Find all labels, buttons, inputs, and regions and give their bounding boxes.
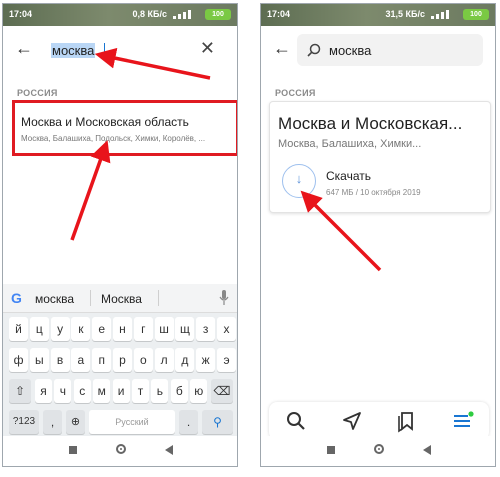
navigate-icon[interactable] xyxy=(339,408,365,434)
google-icon[interactable]: G xyxy=(11,290,22,306)
search-query: москва xyxy=(329,43,372,58)
key[interactable]: в xyxy=(50,348,70,372)
space-key[interactable]: Русский xyxy=(89,410,175,434)
download-icon[interactable]: ↓ xyxy=(282,164,316,198)
key[interactable]: ш xyxy=(154,317,174,341)
key[interactable]: ж xyxy=(196,348,216,372)
battery-icon: 100 xyxy=(463,9,489,20)
download-meta: 647 МБ / 10 октября 2019 xyxy=(326,188,421,197)
comma-key[interactable]: , xyxy=(43,410,62,434)
backspace-icon[interactable]: ⌫ xyxy=(211,379,233,403)
key[interactable]: й xyxy=(9,317,28,341)
phone-screen-search: 17:04 0,8 КБ/с 100 ← москва ✕ РОССИЯ Мос… xyxy=(2,3,238,467)
recents-icon[interactable] xyxy=(69,446,77,454)
key[interactable]: м xyxy=(93,379,111,403)
highlight-box xyxy=(12,100,237,156)
suggestion-bar: G москва Москва xyxy=(3,284,237,313)
battery-icon: 100 xyxy=(205,9,231,20)
suggestion-1[interactable]: москва xyxy=(35,292,74,306)
bottom-tab-bar xyxy=(269,402,489,440)
key[interactable]: т xyxy=(132,379,149,403)
search-tab-icon[interactable] xyxy=(283,408,309,434)
system-nav-bar xyxy=(3,436,237,466)
phone-screen-download: 17:04 31,5 КБ/с 100 ← москва РОССИЯ Моск… xyxy=(260,3,496,467)
search-input[interactable]: москва ✕ xyxy=(39,34,225,66)
key[interactable]: о xyxy=(133,348,153,372)
bookmarks-icon[interactable] xyxy=(393,408,419,434)
download-button[interactable]: Скачать xyxy=(326,169,371,183)
divider xyxy=(158,290,159,306)
key[interactable]: р xyxy=(113,348,132,372)
key[interactable]: э xyxy=(217,348,236,372)
keyboard: G москва Москва йцукенгшщзх фывапролджэ … xyxy=(3,284,237,439)
region-title: Москва и Московская... xyxy=(278,114,463,133)
keyboard-row-4: ?123 , ⊕ Русский . ⚲ xyxy=(3,410,237,438)
key[interactable]: ф xyxy=(9,348,28,372)
search-key-icon[interactable]: ⚲ xyxy=(202,410,233,434)
key[interactable]: ч xyxy=(54,379,72,403)
divider xyxy=(90,290,91,306)
recents-icon[interactable] xyxy=(327,446,335,454)
key[interactable]: и xyxy=(112,379,130,403)
status-bar: 17:04 0,8 КБ/с 100 xyxy=(3,4,237,26)
key[interactable]: х xyxy=(217,317,236,341)
key[interactable]: б xyxy=(170,379,188,403)
back-arrow-icon[interactable]: ← xyxy=(273,38,291,59)
status-bar: 17:04 31,5 КБ/с 100 xyxy=(261,4,495,26)
text-cursor xyxy=(104,43,105,57)
search-header: ← москва xyxy=(261,26,495,78)
key[interactable]: а xyxy=(71,348,91,372)
search-icon xyxy=(307,43,321,57)
suggestion-2[interactable]: Москва xyxy=(101,292,142,306)
back-nav-icon[interactable] xyxy=(165,445,173,455)
keyboard-row-2: фывапролджэ xyxy=(3,348,237,376)
symbols-key[interactable]: ?123 xyxy=(9,410,39,434)
back-arrow-icon[interactable]: ← xyxy=(15,38,33,59)
home-icon[interactable] xyxy=(116,444,126,454)
key[interactable]: ю xyxy=(190,379,208,403)
search-query: москва xyxy=(51,43,96,58)
mic-icon[interactable] xyxy=(219,290,229,306)
search-header: ← москва ✕ xyxy=(3,26,237,78)
key[interactable]: е xyxy=(92,317,112,341)
globe-icon[interactable]: ⊕ xyxy=(66,410,85,434)
region-subtitle: Москва, Балашиха, Химки... xyxy=(278,138,422,150)
key[interactable]: л xyxy=(154,348,174,372)
clear-icon[interactable]: ✕ xyxy=(200,38,215,59)
key[interactable]: с xyxy=(73,379,91,403)
key[interactable]: щ xyxy=(175,317,195,341)
section-label: РОССИЯ xyxy=(17,88,58,98)
status-time: 17:04 xyxy=(267,9,291,19)
key[interactable]: к xyxy=(71,317,91,341)
status-network-speed: 31,5 КБ/с xyxy=(385,9,426,19)
key[interactable]: д xyxy=(175,348,195,372)
home-icon[interactable] xyxy=(374,444,384,454)
key[interactable]: г xyxy=(133,317,153,341)
signal-icon xyxy=(431,10,457,19)
key[interactable]: ы xyxy=(29,348,49,372)
key[interactable]: у xyxy=(50,317,70,341)
region-card: Москва и Московская... Москва, Балашиха,… xyxy=(269,101,491,213)
period-key[interactable]: . xyxy=(179,410,198,434)
key[interactable]: ц xyxy=(29,317,49,341)
key[interactable]: я xyxy=(35,379,52,403)
key[interactable]: п xyxy=(92,348,112,372)
status-time: 17:04 xyxy=(9,9,33,19)
section-label: РОССИЯ xyxy=(275,88,316,98)
back-nav-icon[interactable] xyxy=(423,445,431,455)
system-nav-bar xyxy=(261,436,495,466)
search-input[interactable]: москва xyxy=(297,34,483,66)
signal-icon xyxy=(173,10,199,19)
keyboard-row-1: йцукенгшщзх xyxy=(3,317,237,345)
key[interactable]: н xyxy=(113,317,132,341)
shift-key[interactable]: ⇧ xyxy=(9,379,31,403)
keyboard-row-3: ⇧ ⌫ ячсмитьбю xyxy=(3,379,237,407)
key[interactable]: з xyxy=(196,317,216,341)
key[interactable]: ь xyxy=(151,379,169,403)
status-network-speed: 0,8 КБ/с xyxy=(132,9,167,19)
menu-icon[interactable] xyxy=(449,408,475,434)
